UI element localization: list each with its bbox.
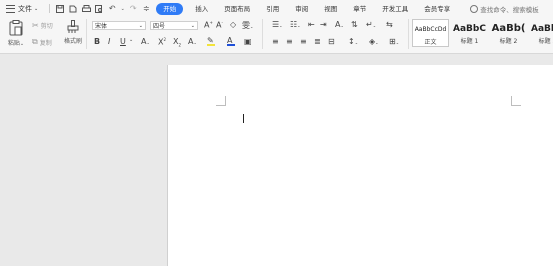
- brush-icon: [67, 20, 79, 33]
- justify-icon[interactable]: ≣: [314, 37, 321, 46]
- subscript-icon[interactable]: X2: [173, 37, 181, 48]
- shading-icon[interactable]: ◈⌄: [369, 37, 379, 46]
- document-page[interactable]: [167, 65, 553, 266]
- ribbon-tabs: 开始 插入 页面布局 引用 审阅 视图 章节 开发工具 会员专享: [156, 2, 458, 15]
- separator: [408, 19, 409, 49]
- tab-insert[interactable]: 插入: [187, 3, 216, 15]
- undo-icon[interactable]: ↶: [107, 4, 117, 14]
- clear-format-icon[interactable]: ◇: [230, 20, 236, 29]
- cut-button[interactable]: ✂ 剪切: [32, 21, 53, 30]
- copy-button[interactable]: ⧉ 复制: [32, 37, 52, 47]
- style-heading-1[interactable]: AaBbC 标题 1: [451, 19, 488, 47]
- style-label: 标题 3: [538, 38, 553, 45]
- copy-label: 复制: [39, 39, 52, 47]
- ribbon-toolbar: 粘贴⌄ ✂ 剪切 ⧉ 复制 格式刷 宋体 ⌄ 四号 ⌄ A+ A- ◇ 雯⌄ B…: [0, 17, 553, 54]
- print-icon[interactable]: [81, 4, 91, 14]
- tab-member[interactable]: 会员专享: [416, 3, 458, 15]
- numbered-list-icon[interactable]: ☷⌄: [290, 20, 301, 29]
- hamburger-icon: [6, 4, 15, 13]
- borders-icon[interactable]: ⊞⌄: [389, 37, 399, 46]
- separator: [49, 4, 51, 13]
- line-spacing-icon[interactable]: ↕⌄: [348, 37, 358, 46]
- tab-page-layout[interactable]: 页面布局: [216, 3, 258, 15]
- paste-button[interactable]: 粘贴⌄: [6, 20, 26, 50]
- chevron-down-icon[interactable]: ⌄: [129, 37, 133, 43]
- document-canvas: [0, 54, 553, 266]
- style-sample: AaBbCcDd: [414, 26, 447, 33]
- tab-view[interactable]: 视图: [316, 3, 345, 15]
- chevron-down-icon: ⌄: [190, 22, 195, 29]
- chinese-layout-icon[interactable]: A⌄: [335, 20, 344, 29]
- cut-label: 剪切: [40, 23, 53, 30]
- chevron-down-icon: ⌄: [138, 22, 143, 29]
- decrease-indent-icon[interactable]: ⇤: [308, 20, 315, 29]
- style-heading-2[interactable]: AaBb( 标题 2: [490, 19, 527, 47]
- tab-developer[interactable]: 开发工具: [374, 3, 416, 15]
- show-marks-icon[interactable]: ↵⌄: [366, 20, 376, 29]
- bullet-list-icon[interactable]: ☰⌄: [272, 20, 283, 29]
- file-menu[interactable]: 文件 ⌄: [6, 4, 38, 14]
- chevron-down-icon: ⌄: [34, 5, 39, 12]
- print-preview-icon[interactable]: [94, 4, 104, 14]
- separator: [262, 19, 263, 49]
- text-cursor: [243, 114, 244, 123]
- increase-font-size-icon[interactable]: A+: [204, 20, 213, 30]
- sort-icon[interactable]: ⇅: [351, 20, 358, 29]
- style-normal[interactable]: AaBbCcDd 正文: [412, 19, 449, 47]
- font-name-select[interactable]: 宋体 ⌄: [92, 21, 146, 30]
- clipboard-icon: [9, 20, 23, 36]
- export-pdf-icon[interactable]: [68, 4, 78, 14]
- paragraph-icon[interactable]: ⇆: [386, 20, 393, 29]
- scissors-icon: ✂: [32, 21, 39, 30]
- format-painter-label: 格式刷: [63, 38, 82, 45]
- increase-indent-icon[interactable]: ⇥: [320, 20, 327, 29]
- align-right-icon[interactable]: ≡: [300, 37, 307, 46]
- undo-dropdown-icon[interactable]: ⌄: [120, 4, 125, 14]
- tab-chapter[interactable]: 章节: [345, 3, 374, 15]
- bold-icon[interactable]: B: [94, 37, 100, 46]
- margin-mark-top-right: [511, 96, 521, 106]
- search-placeholder: 查找命令、搜索模板: [480, 5, 539, 14]
- menu-bar: 文件 ⌄ ↶ ⌄ ↷ ≑ 开始 插入 页面布局 引用 审阅 视图 章节 开发工具…: [0, 0, 553, 17]
- redo-icon[interactable]: ↷: [128, 4, 138, 14]
- chevron-down-icon: ⌄: [19, 41, 25, 47]
- font-size-select[interactable]: 四号 ⌄: [150, 21, 198, 30]
- file-menu-label: 文件: [18, 4, 32, 13]
- highlight-icon[interactable]: ✎: [207, 36, 215, 46]
- format-painter-button[interactable]: 格式刷: [62, 20, 84, 45]
- font-color-icon[interactable]: A: [227, 36, 235, 46]
- style-heading-3[interactable]: AaBbC 标题 3: [529, 19, 553, 47]
- style-label: 标题 2: [499, 38, 518, 45]
- style-label: 标题 1: [460, 38, 479, 45]
- decrease-font-size-icon[interactable]: A-: [216, 20, 223, 30]
- paste-label: 粘贴: [7, 40, 20, 47]
- strikethrough-icon[interactable]: A⌄: [141, 37, 150, 46]
- superscript-icon[interactable]: X2: [158, 37, 166, 47]
- distributed-icon[interactable]: ⊟: [328, 37, 335, 46]
- pinyin-icon[interactable]: 雯⌄: [242, 20, 253, 31]
- tab-references[interactable]: 引用: [258, 3, 287, 15]
- font-effect-icon[interactable]: A⌄: [188, 37, 197, 46]
- command-search[interactable]: 查找命令、搜索模板: [470, 4, 539, 14]
- italic-icon[interactable]: I: [108, 37, 110, 46]
- margin-mark-top-left: [216, 96, 226, 106]
- separator: [86, 19, 87, 49]
- customize-toolbar-icon[interactable]: ≑: [141, 4, 151, 14]
- style-sample: AaBbC: [453, 24, 486, 34]
- style-sample: AaBbC: [531, 24, 553, 34]
- font-name-value: 宋体: [95, 23, 108, 30]
- style-label: 正文: [424, 39, 437, 46]
- search-icon: [470, 4, 479, 13]
- font-size-value: 四号: [153, 23, 166, 30]
- align-center-icon[interactable]: ≡: [286, 37, 293, 46]
- character-border-icon[interactable]: ▣: [244, 37, 252, 46]
- style-sample: AaBb(: [491, 23, 526, 34]
- save-icon[interactable]: [55, 4, 65, 14]
- underline-icon[interactable]: U: [120, 37, 126, 46]
- copy-icon: ⧉: [32, 37, 38, 46]
- tab-home[interactable]: 开始: [156, 2, 184, 15]
- align-left-icon[interactable]: ≡: [272, 37, 279, 46]
- styles-gallery: AaBbCcDd 正文 AaBbC 标题 1 AaBb( 标题 2 AaBbC …: [412, 19, 553, 47]
- tab-review[interactable]: 审阅: [287, 3, 316, 15]
